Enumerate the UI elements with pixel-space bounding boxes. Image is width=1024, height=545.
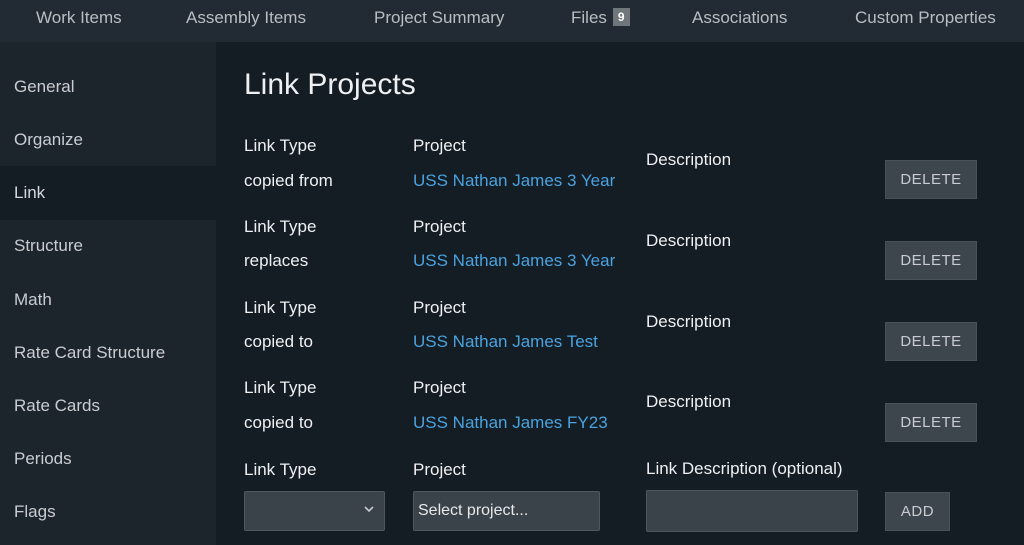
project-label: Project (413, 298, 466, 317)
project-label: Project (413, 378, 466, 397)
sidebar: General Organize Link Structure Math Rat… (0, 42, 216, 545)
tab-files[interactable]: Files 9 (571, 0, 630, 36)
link-description-input[interactable] (646, 490, 858, 532)
files-count-badge: 9 (612, 7, 630, 26)
delete-button[interactable]: DELETE (885, 160, 977, 199)
add-button[interactable]: ADD (885, 492, 950, 531)
link-type-label: Link Type (244, 378, 317, 397)
sidebar-item-rate-cards[interactable]: Rate Cards (0, 379, 216, 433)
project-label: Project (413, 136, 466, 155)
link-type-label: Link Type (244, 298, 317, 317)
project-label: Project (413, 217, 466, 236)
delete-button[interactable]: DELETE (885, 241, 977, 280)
link-type-label: Link Type (244, 217, 317, 236)
delete-button[interactable]: DELETE (885, 403, 977, 442)
sidebar-item-periods[interactable]: Periods (0, 432, 216, 486)
sidebar-item-organize[interactable]: Organize (0, 113, 216, 167)
sidebar-item-general[interactable]: General (0, 60, 216, 114)
sidebar-item-link[interactable]: Link (0, 166, 216, 220)
link-type-label: Link Type (244, 136, 317, 155)
new-description-label: Link Description (optional) (646, 459, 843, 478)
project-link[interactable]: USS Nathan James Test (413, 332, 598, 352)
link-type-value: replaces (244, 251, 309, 270)
tab-assembly-items[interactable]: Assembly Items (186, 0, 306, 36)
tab-associations[interactable]: Associations (692, 0, 787, 36)
page-title: Link Projects (244, 68, 416, 101)
main-content: Link Projects Link Type copied from Proj… (216, 42, 1024, 545)
chevron-down-icon (364, 506, 374, 513)
delete-button[interactable]: DELETE (885, 322, 977, 361)
description-label: Description (646, 312, 732, 331)
project-select[interactable]: Select project... (413, 491, 600, 531)
description-label: Description (646, 231, 732, 250)
link-type-select[interactable] (244, 491, 385, 531)
sidebar-item-flags[interactable]: Flags (0, 485, 216, 539)
description-label: Description (646, 150, 732, 169)
project-link[interactable]: USS Nathan James 3 Year (413, 251, 615, 271)
sidebar-item-rate-card-structure[interactable]: Rate Card Structure (0, 326, 216, 380)
tab-project-summary[interactable]: Project Summary (374, 0, 504, 36)
link-type-value: copied to (244, 413, 313, 432)
top-nav: Work Items Assembly Items Project Summar… (0, 0, 1024, 42)
tab-custom-properties[interactable]: Custom Properties (855, 0, 996, 36)
sidebar-item-math[interactable]: Math (0, 273, 216, 327)
new-link-type-label: Link Type (244, 460, 317, 479)
link-type-value: copied to (244, 332, 313, 351)
sidebar-item-structure[interactable]: Structure (0, 219, 216, 273)
project-link[interactable]: USS Nathan James FY23 (413, 413, 608, 433)
new-project-label: Project (413, 460, 466, 479)
tab-work-items[interactable]: Work Items (36, 0, 122, 36)
link-type-value: copied from (244, 171, 333, 190)
tab-files-label: Files (571, 8, 607, 27)
description-label: Description (646, 392, 732, 411)
project-link[interactable]: USS Nathan James 3 Year (413, 171, 615, 191)
